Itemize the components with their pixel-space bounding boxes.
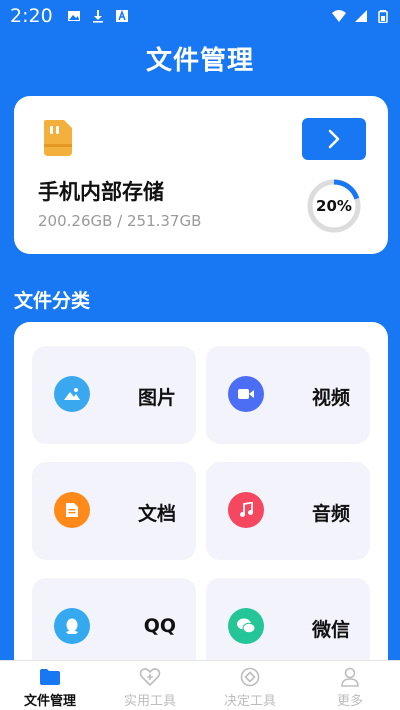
document-icon [54, 492, 90, 528]
chevron-right-icon [328, 129, 340, 149]
font-icon [115, 9, 128, 22]
image-icon [67, 11, 80, 21]
category-videos[interactable]: 视频 [206, 346, 370, 444]
image-icon [54, 376, 90, 412]
bottom-nav: 文件管理 实用工具 决定工具 更多 [0, 660, 400, 710]
category-label: 音频 [311, 503, 350, 525]
category-label: QQ [143, 615, 176, 637]
nav-item-decision-tools[interactable]: 决定工具 [200, 661, 300, 710]
category-label: 视频 [311, 387, 350, 409]
sd-card-icon [44, 120, 72, 156]
status-time: 2:20 [10, 5, 53, 27]
wechat-icon [228, 608, 264, 644]
nav-label: 更多 [336, 694, 363, 709]
category-documents[interactable]: 文档 [32, 462, 196, 560]
target-icon [240, 667, 260, 687]
storage-card[interactable]: 手机内部存储 200.26GB / 251.37GB 20% [14, 96, 388, 254]
video-icon [228, 376, 264, 412]
nav-item-utilities[interactable]: 实用工具 [100, 661, 200, 710]
signal-icon [355, 10, 367, 22]
heart-plus-icon [139, 668, 161, 687]
nav-label: 实用工具 [123, 694, 176, 709]
status-bar: 2:20 [0, 0, 400, 32]
category-label: 微信 [311, 619, 350, 641]
nav-label: 决定工具 [223, 694, 276, 709]
download-icon [92, 10, 103, 23]
page-title: 文件管理 [145, 46, 254, 76]
category-label: 文档 [137, 503, 176, 525]
category-label: 图片 [137, 387, 176, 409]
enter-storage-button[interactable] [302, 118, 366, 160]
category-panel: 图片 视频 文档 音频 QQ 微信 [14, 322, 388, 710]
category-images[interactable]: 图片 [32, 346, 196, 444]
usage-percent: 20% [316, 197, 352, 215]
storage-title: 手机内部存储 [38, 180, 164, 204]
section-title: 文件分类 [14, 290, 91, 312]
battery-icon [378, 10, 388, 23]
nav-item-file-manager[interactable]: 文件管理 [0, 661, 100, 710]
wifi-icon [332, 10, 346, 22]
storage-usage: 200.26GB / 251.37GB [38, 212, 202, 230]
music-icon [228, 492, 264, 528]
person-icon [341, 667, 359, 687]
category-audio[interactable]: 音频 [206, 462, 370, 560]
nav-item-more[interactable]: 更多 [300, 661, 400, 710]
qq-icon [54, 608, 90, 644]
folder-icon [40, 669, 60, 685]
nav-label: 文件管理 [23, 694, 76, 709]
